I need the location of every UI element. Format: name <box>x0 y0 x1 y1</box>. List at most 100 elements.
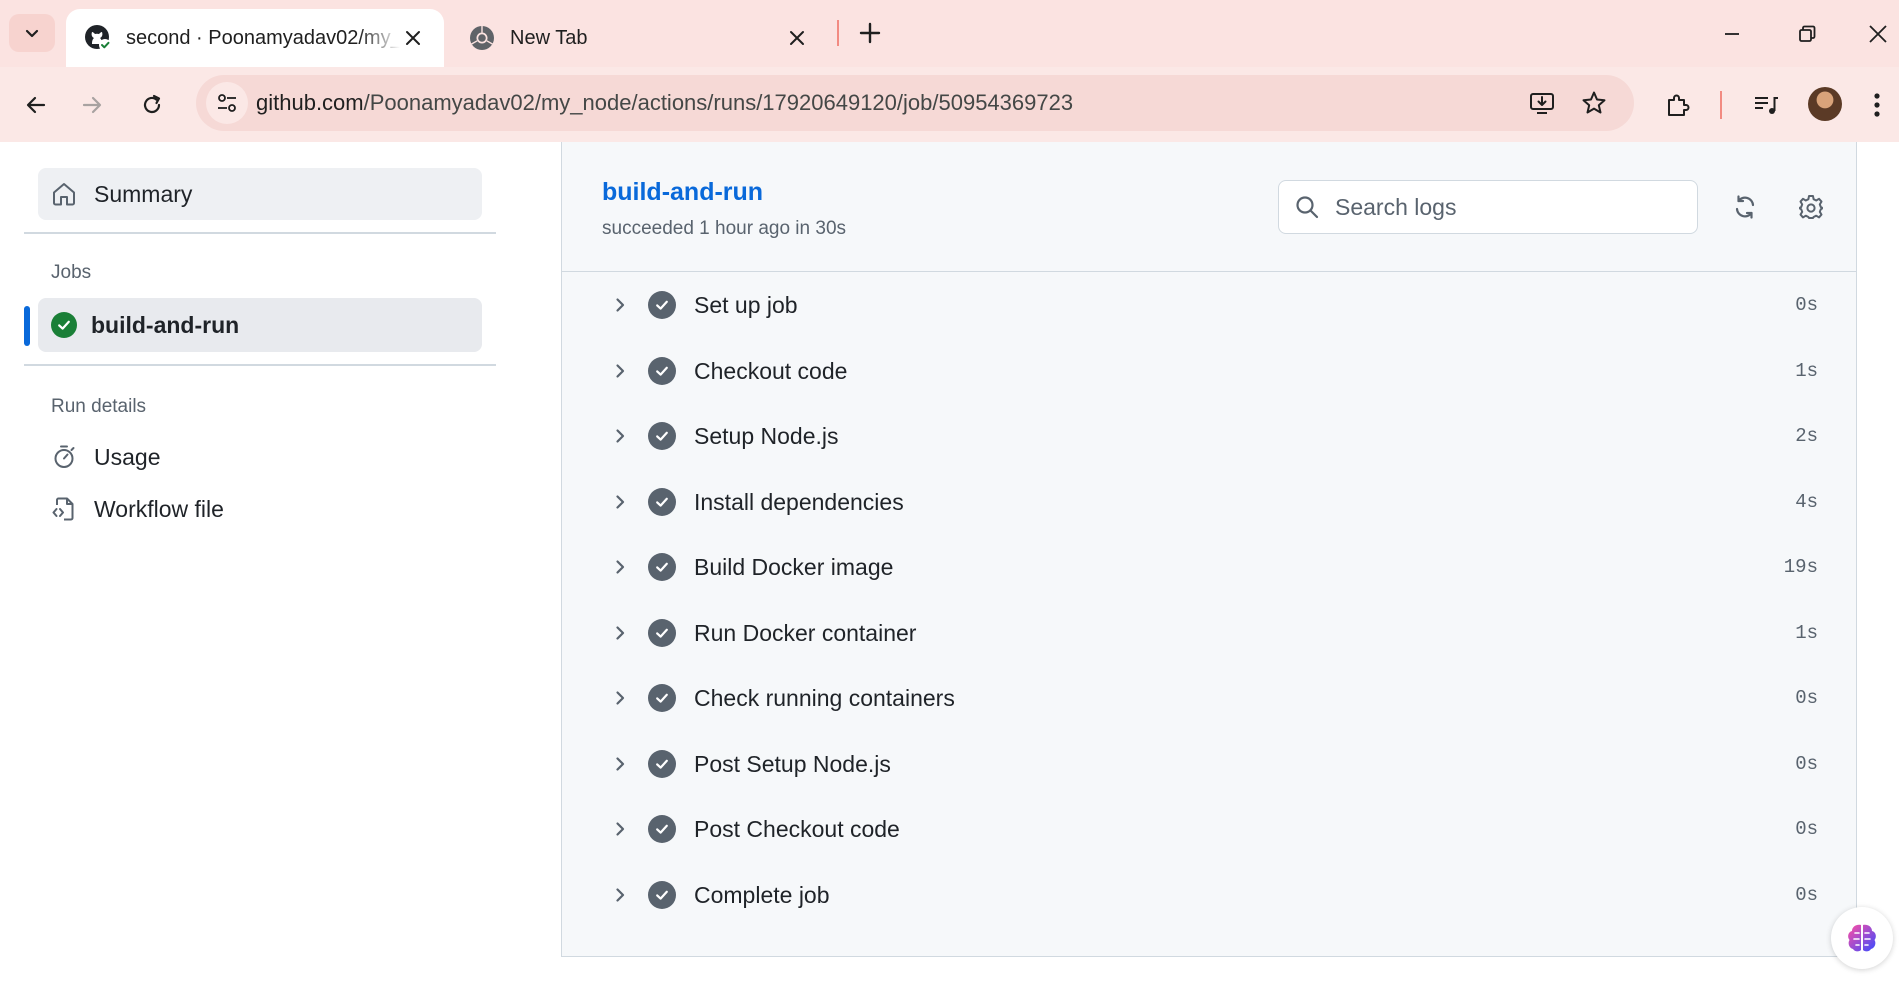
job-header: build-and-run succeeded 1 hour ago in 30… <box>562 142 1856 272</box>
kebab-menu-icon <box>1874 93 1880 117</box>
chevron-right-icon[interactable] <box>606 619 634 647</box>
job-step[interactable]: Checkout code 1s <box>562 344 1856 398</box>
tab-title: second · Poonamyadav02/my_node <box>126 26 400 49</box>
job-step[interactable]: Complete job 0s <box>562 868 1856 922</box>
restore-button[interactable] <box>1785 12 1829 56</box>
browser-tab-strip: second · Poonamyadav02/my_node New Tab <box>0 0 1899 67</box>
media-control-button[interactable] <box>1744 83 1788 127</box>
run-details-heading: Run details <box>51 396 147 417</box>
step-success-check-icon <box>648 684 676 712</box>
arrow-right-icon <box>82 96 102 114</box>
step-duration: 0s <box>1795 818 1818 840</box>
address-bar[interactable]: github.com/Poonamyadav02/my_node/actions… <box>196 75 1634 131</box>
chevron-right-icon[interactable] <box>606 815 634 843</box>
search-icon <box>1293 193 1321 221</box>
plus-icon <box>859 22 881 44</box>
step-name: Set up job <box>694 292 798 318</box>
step-success-check-icon <box>648 815 676 843</box>
arrow-left-icon <box>26 96 46 114</box>
chevron-right-icon[interactable] <box>606 488 634 516</box>
stopwatch-icon <box>50 443 78 471</box>
step-success-check-icon <box>648 487 676 516</box>
step-name: Setup Node.js <box>694 423 839 449</box>
job-step[interactable]: Setup Node.js 2s <box>562 409 1856 463</box>
site-info-button[interactable] <box>206 82 248 124</box>
job-step[interactable]: Install dependencies 4s <box>562 475 1856 529</box>
job-title[interactable]: build-and-run <box>602 178 763 207</box>
workflow-file-label: Workflow file <box>94 495 224 522</box>
tab-divider <box>837 20 839 46</box>
job-label: build-and-run <box>91 311 240 338</box>
refresh-button[interactable] <box>1724 186 1766 228</box>
close-window-button[interactable] <box>1860 12 1896 56</box>
step-duration: 4s <box>1795 490 1818 513</box>
step-success-check-icon <box>648 749 676 778</box>
tune-icon <box>218 94 236 112</box>
install-icon <box>1530 93 1554 114</box>
minimize-icon <box>1725 33 1739 35</box>
chevron-right-icon[interactable] <box>606 684 634 712</box>
chevron-right-icon[interactable] <box>606 422 634 450</box>
chevron-down-icon <box>25 29 39 38</box>
job-step[interactable]: Check running containers 0s <box>562 671 1856 725</box>
step-success-check-icon <box>648 291 676 319</box>
gear-icon <box>1799 195 1823 219</box>
url-text[interactable]: github.com/Poonamyadav02/my_node/actions… <box>256 75 1073 131</box>
step-duration: 2s <box>1795 425 1818 447</box>
star-icon <box>1582 91 1606 114</box>
chrome-icon <box>468 24 496 52</box>
profile-avatar[interactable] <box>1808 87 1842 121</box>
search-logs-input[interactable] <box>1335 193 1675 221</box>
brain-icon <box>1848 924 1876 952</box>
browser-menu-button[interactable] <box>1862 83 1892 127</box>
search-logs[interactable] <box>1278 180 1698 234</box>
new-tab-button[interactable] <box>852 15 888 51</box>
forward-button[interactable] <box>70 83 114 127</box>
chevron-right-icon[interactable] <box>606 357 634 385</box>
step-success-check-icon <box>648 618 676 647</box>
settings-button[interactable] <box>1790 186 1832 228</box>
minimize-button[interactable] <box>1710 12 1754 56</box>
chevron-right-icon[interactable] <box>606 750 634 778</box>
step-duration: 0s <box>1795 687 1818 709</box>
close-tab-button[interactable] <box>400 25 426 51</box>
success-check-icon <box>51 312 77 338</box>
close-icon <box>790 31 804 45</box>
job-step[interactable]: Post Setup Node.js 0s <box>562 737 1856 791</box>
job-step[interactable]: Build Docker image 19s <box>562 540 1856 594</box>
back-button[interactable] <box>14 83 58 127</box>
file-code-icon <box>50 495 78 523</box>
step-duration: 0s <box>1795 883 1818 906</box>
puzzle-icon <box>1668 94 1690 116</box>
chevron-right-icon[interactable] <box>606 881 634 909</box>
extensions-button[interactable] <box>1656 83 1700 127</box>
tab-github[interactable]: second · Poonamyadav02/my_node <box>66 9 444 67</box>
sidebar-job-build-and-run[interactable]: build-and-run <box>38 298 482 352</box>
toolbar-divider <box>1720 91 1722 119</box>
install-app-button[interactable] <box>1522 83 1562 123</box>
job-step[interactable]: Post Checkout code 0s <box>562 802 1856 856</box>
step-success-check-icon <box>648 422 676 450</box>
close-tab-button[interactable] <box>784 25 810 51</box>
close-icon <box>406 31 420 45</box>
url-host: github.com <box>256 90 364 115</box>
summary-link[interactable]: Summary <box>38 168 482 220</box>
step-name: Post Checkout code <box>694 816 900 842</box>
job-step[interactable]: Run Docker container 1s <box>562 606 1856 660</box>
workflow-file-link[interactable]: Workflow file <box>38 486 224 532</box>
tab-new-tab[interactable]: New Tab <box>450 9 828 67</box>
job-log-panel: build-and-run succeeded 1 hour ago in 30… <box>561 142 1857 957</box>
url-path: /Poonamyadav02/my_node/actions/runs/1792… <box>363 90 1074 115</box>
divider <box>24 364 496 366</box>
tab-search-button[interactable] <box>9 14 55 52</box>
chevron-right-icon[interactable] <box>606 553 634 581</box>
step-name: Post Setup Node.js <box>694 750 891 777</box>
reload-button[interactable] <box>130 83 174 127</box>
usage-label: Usage <box>94 443 161 470</box>
copilot-assistant-button[interactable] <box>1831 907 1893 969</box>
usage-link[interactable]: Usage <box>38 434 160 480</box>
job-step[interactable]: Set up job 0s <box>562 278 1856 332</box>
bookmark-button[interactable] <box>1574 83 1614 123</box>
step-name: Run Docker container <box>694 619 917 646</box>
chevron-right-icon[interactable] <box>606 291 634 319</box>
